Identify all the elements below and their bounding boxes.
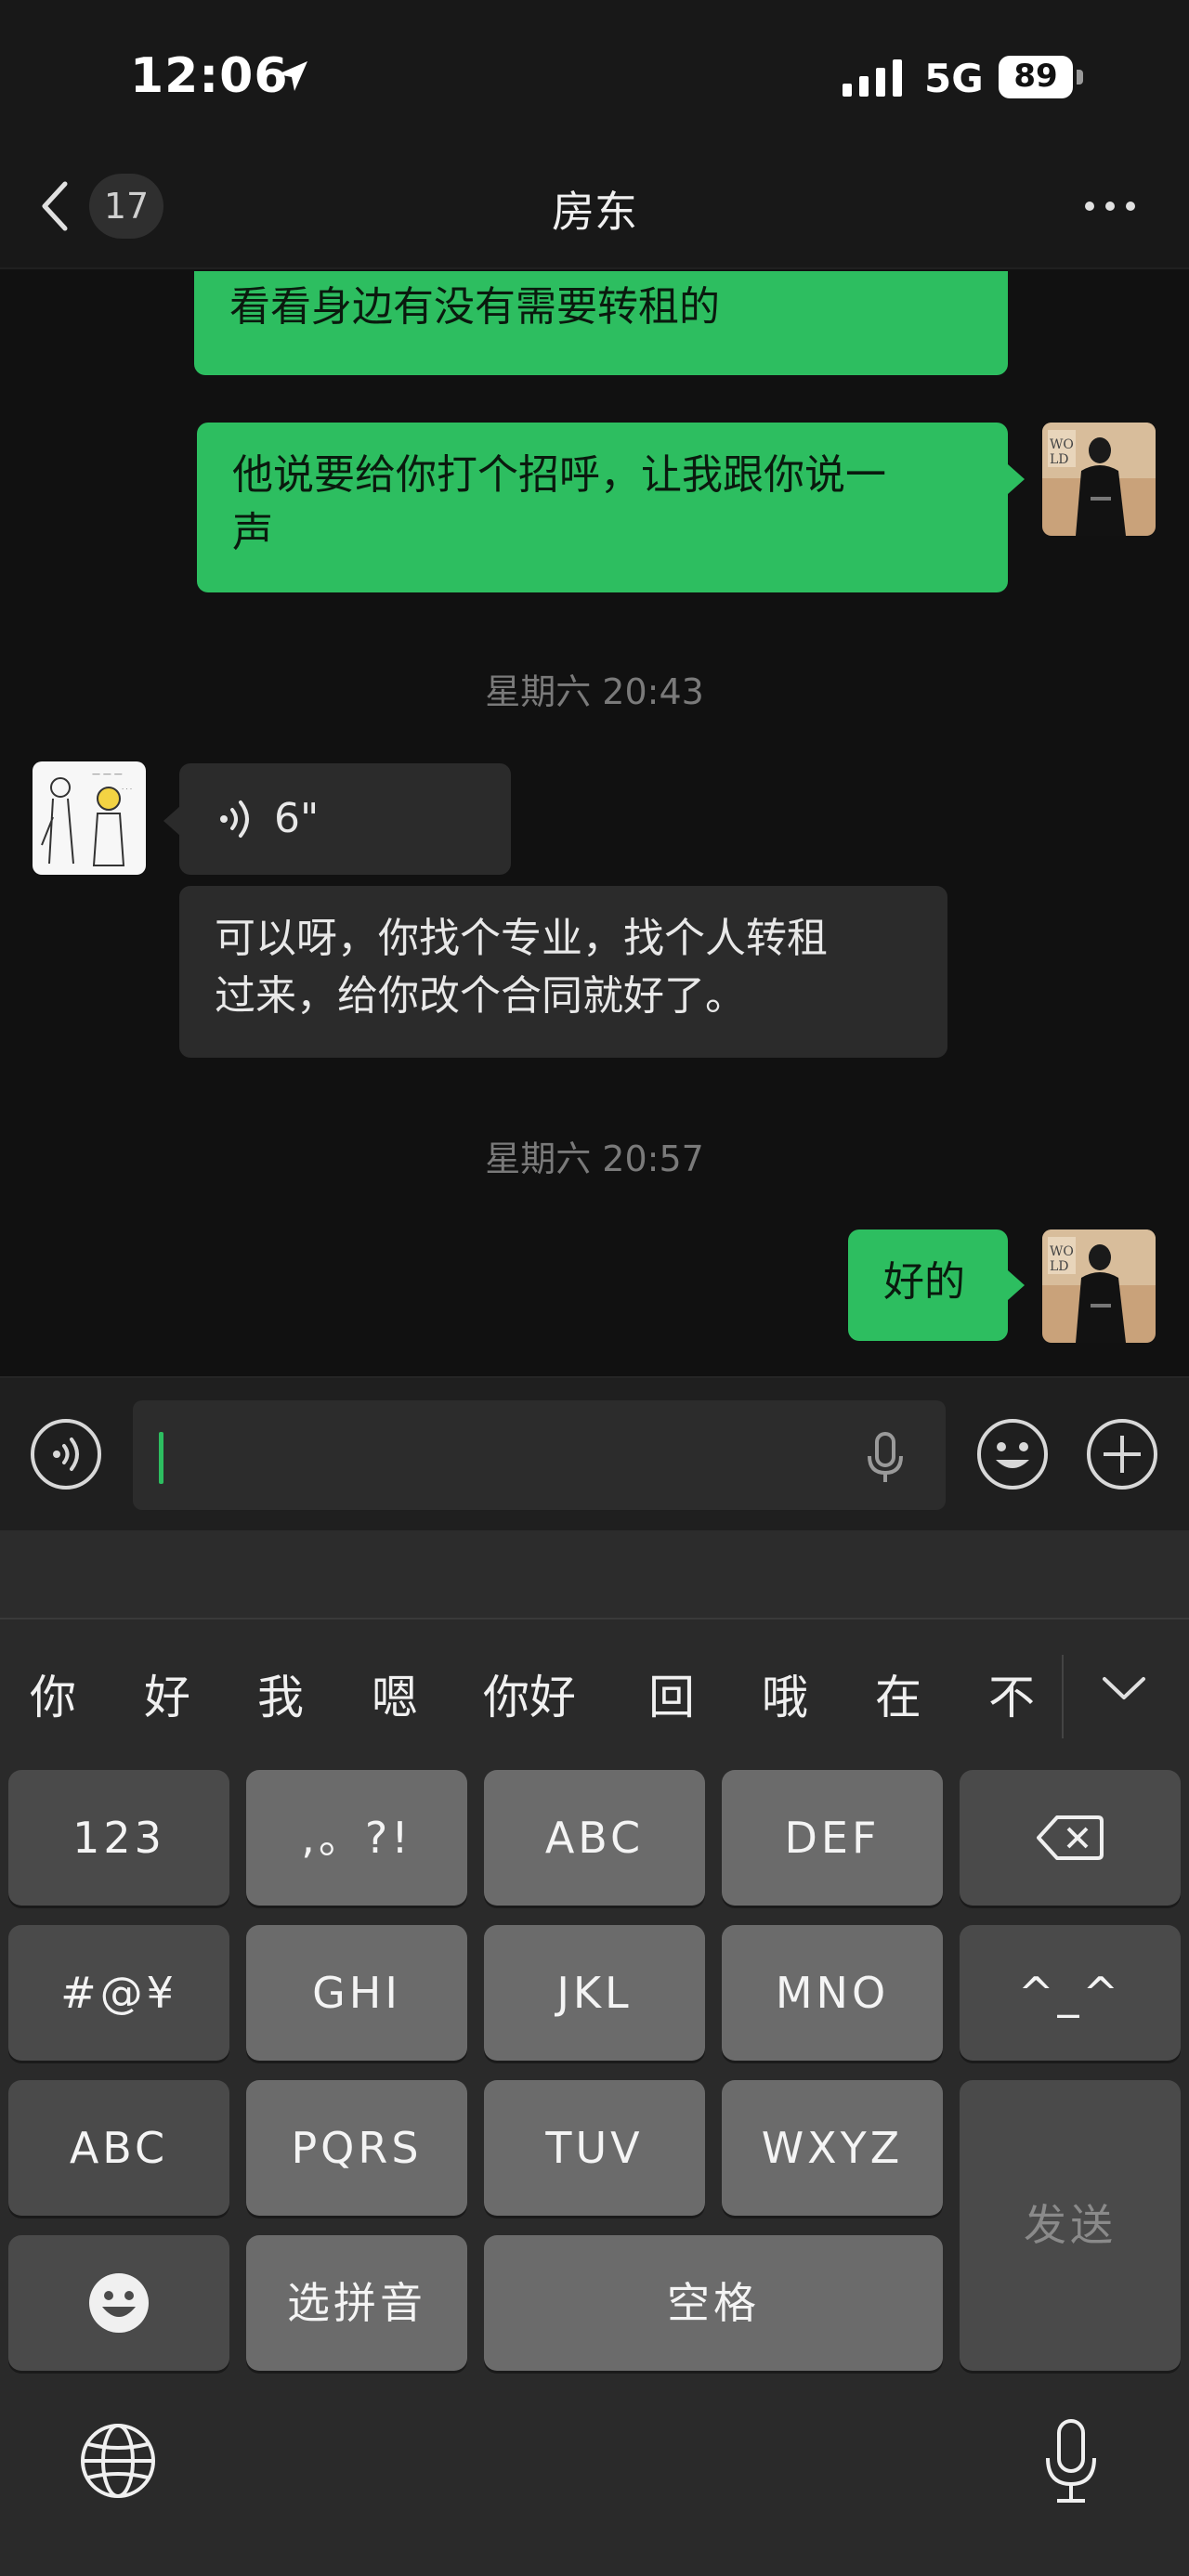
signal-icon xyxy=(843,59,902,97)
message-bubble-sent[interactable]: 好的 xyxy=(848,1229,1008,1341)
key-ghi[interactable]: GHI xyxy=(246,1925,467,2061)
mic-icon[interactable] xyxy=(862,1430,908,1486)
keyboard: 你 好 我 嗯 你好 回 哦 在 不 123 ,。?! ABC DEF #@¥ … xyxy=(0,1530,1189,2576)
key-wxyz[interactable]: WXYZ xyxy=(722,2080,943,2216)
key-label: GHI xyxy=(312,1968,401,2018)
timestamp: 星期六 20:57 xyxy=(485,1138,704,1179)
chat-header: 17 房东 xyxy=(0,139,1189,269)
location-arrow-icon xyxy=(278,61,307,91)
message-list[interactable]: 大哥说了他帮租我转租的客户，我也 看看身边有没有需要转租的 他说要给你打个招呼，… xyxy=(0,271,1189,1376)
plus-icon[interactable] xyxy=(1085,1417,1159,1491)
voice-duration: 6" xyxy=(274,795,320,842)
candidate[interactable]: 嗯 xyxy=(372,1660,418,1727)
battery-icon: 89 xyxy=(999,56,1084,98)
more-icon[interactable] xyxy=(1082,195,1138,217)
key-123[interactable]: 123 xyxy=(8,1770,229,1906)
key-label: PQRS xyxy=(291,2123,423,2173)
globe-icon[interactable] xyxy=(79,2422,157,2500)
candidate[interactable]: 你好 xyxy=(483,1660,576,1727)
key-emoticon[interactable]: ^_^ xyxy=(960,1925,1181,2061)
key-label: #@¥ xyxy=(60,1968,177,2018)
key-label: DEF xyxy=(784,1813,881,1863)
chat-title: 房东 xyxy=(552,187,637,237)
key-label: MNO xyxy=(775,1968,890,2018)
input-bar xyxy=(0,1376,1189,1530)
emoji-icon[interactable] xyxy=(975,1417,1050,1491)
backspace-icon xyxy=(1037,1815,1104,1860)
key-label: 选拼音 xyxy=(287,2278,426,2328)
bubble-tail xyxy=(163,806,180,836)
key-label: ABC xyxy=(544,1813,645,1863)
key-label: 123 xyxy=(72,1813,165,1863)
voice-icon xyxy=(220,800,249,838)
bubble-tail xyxy=(1008,464,1025,494)
candidate-divider xyxy=(1062,1655,1064,1738)
candidate[interactable]: 好 xyxy=(144,1660,190,1727)
send-label: 发送 xyxy=(1024,2200,1117,2250)
candidate[interactable]: 回 xyxy=(648,1660,695,1727)
keyboard-toolbar xyxy=(0,1530,1189,1620)
avatar-self-image: WO LD xyxy=(1042,423,1156,536)
message-bubble-sent[interactable]: 他说要给你打个招呼，让我跟你说一 声 xyxy=(197,423,1008,592)
avatar-self[interactable]: WO LD xyxy=(1042,423,1156,536)
svg-text:WO: WO xyxy=(1050,1244,1074,1259)
status-time: 12:06 xyxy=(130,48,289,104)
message-bubble-received[interactable]: 可以呀，你找个专业，找个人转租 过来，给你改个合同就好了。 xyxy=(179,886,947,1058)
key-label: WXYZ xyxy=(761,2123,904,2173)
key-mno[interactable]: MNO xyxy=(722,1925,943,2061)
key-tuv[interactable]: TUV xyxy=(484,2080,705,2216)
timestamp: 星期六 20:43 xyxy=(485,671,704,712)
chevron-down-icon[interactable] xyxy=(1101,1670,1147,1707)
svg-text:LD: LD xyxy=(1050,1259,1069,1274)
network-type: 5G xyxy=(924,56,984,101)
key-punctuation[interactable]: ,。?! xyxy=(246,1770,467,1906)
candidate[interactable]: 我 xyxy=(257,1660,304,1727)
key-def[interactable]: DEF xyxy=(722,1770,943,1906)
key-pqrs[interactable]: PQRS xyxy=(246,2080,467,2216)
candidate[interactable]: 不 xyxy=(988,1660,1035,1727)
voice-message[interactable]: 6" xyxy=(179,763,511,875)
key-label: ,。?! xyxy=(301,1813,412,1863)
mic-icon[interactable] xyxy=(1042,2417,1100,2505)
message-input[interactable] xyxy=(133,1400,946,1510)
avatar-self[interactable]: WO LD xyxy=(1042,1229,1156,1343)
key-label: 空格 xyxy=(667,2278,760,2328)
voice-toggle-icon[interactable] xyxy=(29,1417,103,1491)
svg-text:— — —: — — — xyxy=(92,770,123,779)
status-bar: 12:06 5G 89 xyxy=(0,0,1189,139)
avatar-contact-image: — — — · · · xyxy=(33,761,146,875)
svg-text:LD: LD xyxy=(1050,452,1069,467)
key-jkl[interactable]: JKL xyxy=(484,1925,705,2061)
emoji-icon xyxy=(89,2273,149,2333)
key-abc-2[interactable]: ABC xyxy=(484,1770,705,1906)
avatar-self-image: WO LD xyxy=(1042,1229,1156,1343)
key-label: ^_^ xyxy=(1017,1968,1123,2018)
candidate[interactable]: 哦 xyxy=(762,1660,808,1727)
svg-text:· · ·: · · · xyxy=(122,786,132,793)
key-abc-switch[interactable]: ABC xyxy=(8,2080,229,2216)
candidate[interactable]: 你 xyxy=(30,1660,76,1727)
key-label: JKL xyxy=(556,1968,633,2018)
key-symbols[interactable]: #@¥ xyxy=(8,1925,229,2061)
text-caret xyxy=(159,1432,163,1484)
candidate-bar: 你 好 我 嗯 你好 回 哦 在 不 xyxy=(0,1621,1189,1761)
candidate[interactable]: 在 xyxy=(875,1660,921,1727)
space-key[interactable]: 空格 xyxy=(484,2235,943,2371)
svg-text:WO: WO xyxy=(1050,437,1074,452)
message-bubble-sent[interactable]: 大哥说了他帮租我转租的客户，我也 看看身边有没有需要转租的 xyxy=(194,271,1008,375)
key-select-pinyin[interactable]: 选拼音 xyxy=(246,2235,467,2371)
emoji-key[interactable] xyxy=(8,2235,229,2371)
avatar-contact[interactable]: — — — · · · xyxy=(33,761,146,875)
battery-level: 89 xyxy=(1013,58,1058,95)
backspace-key[interactable] xyxy=(960,1770,1181,1906)
send-key[interactable]: 发送 xyxy=(960,2080,1181,2371)
key-label: TUV xyxy=(545,2123,644,2173)
bubble-tail xyxy=(1008,1270,1025,1300)
key-label: ABC xyxy=(69,2123,169,2173)
